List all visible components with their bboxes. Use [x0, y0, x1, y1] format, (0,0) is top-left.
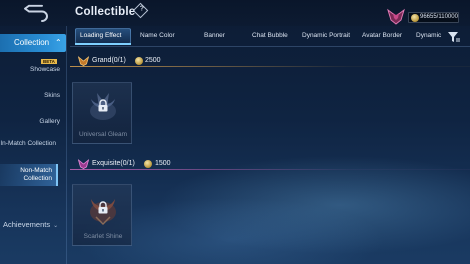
sidebar-item-non-match[interactable]: Non-Match Collection: [0, 164, 58, 186]
collectible-name: Scarlet Shine: [83, 233, 123, 240]
tab-dynamic-portrait[interactable]: Dynamic Portrait: [302, 32, 350, 39]
section-price: 2500: [145, 57, 161, 64]
beta-badge: BETA: [41, 59, 57, 64]
sidebar-item-skins[interactable]: Skins: [0, 92, 60, 100]
collectible-card[interactable]: Universal Gleam: [72, 82, 132, 144]
chevron-down-icon: ⌄: [53, 223, 59, 229]
lock-icon: [98, 201, 108, 214]
sidebar-achievements-label: Achievements: [3, 220, 51, 229]
sidebar-collection-label: Collection: [14, 38, 50, 47]
section-header-grand: Grand(0/1) 2500: [70, 55, 470, 67]
tab-bar-divider: [70, 46, 470, 47]
collectible-name: Universal Gleam: [78, 131, 128, 138]
section-price: 1500: [155, 160, 171, 167]
currency-value: 96655/110000: [420, 14, 458, 20]
back-arrow-icon[interactable]: [17, 3, 51, 23]
sidebar: Collection ⌃ BETA Showcase Skins Gallery…: [0, 26, 66, 264]
coin-icon: [411, 14, 419, 22]
sidebar-item-achievements[interactable]: Achievements ⌄: [3, 220, 58, 229]
lock-icon: [98, 99, 108, 112]
section-rule: [70, 169, 470, 170]
tab-loading-effect[interactable]: Loading Effect: [80, 32, 121, 39]
exquisite-tier-icon: [78, 159, 89, 169]
tab-chat-bubble[interactable]: Chat Bubble: [252, 32, 288, 39]
section-header-exquisite: Exquisite(0/1) 1500: [70, 158, 470, 170]
coin-icon: [135, 57, 143, 65]
sidebar-collection-button[interactable]: Collection ⌃: [0, 34, 66, 52]
sidebar-divider: [66, 26, 67, 264]
tab-avatar-border[interactable]: Avatar Border: [362, 32, 402, 39]
sidebar-item-showcase[interactable]: Showcase: [0, 66, 60, 74]
tab-dynamic[interactable]: Dynamic: [416, 32, 441, 39]
coin-icon: [144, 160, 152, 168]
collectible-card[interactable]: Scarlet Shine: [72, 184, 132, 246]
section-title: Grand(0/1): [92, 57, 126, 64]
currency-display: 96655/110000: [408, 12, 459, 23]
grand-tier-icon: [78, 56, 89, 66]
tab-bar: Loading Effect Name Color Banner Chat Bu…: [73, 26, 470, 46]
section-title: Exquisite(0/1): [92, 160, 135, 167]
sidebar-item-in-match[interactable]: In-Match Collection: [0, 140, 56, 148]
page-title: Collectible: [75, 6, 136, 18]
help-diamond-icon: ?: [139, 5, 145, 13]
tab-banner[interactable]: Banner: [204, 32, 225, 39]
sidebar-item-gallery[interactable]: Gallery: [0, 118, 60, 126]
rank-crest-icon: [387, 8, 405, 25]
tab-name-color[interactable]: Name Color: [140, 32, 175, 39]
filter-icon[interactable]: [447, 30, 461, 44]
chevron-up-icon: ⌃: [55, 38, 62, 47]
active-tab-underline: [75, 43, 131, 45]
section-rule: [70, 66, 470, 67]
